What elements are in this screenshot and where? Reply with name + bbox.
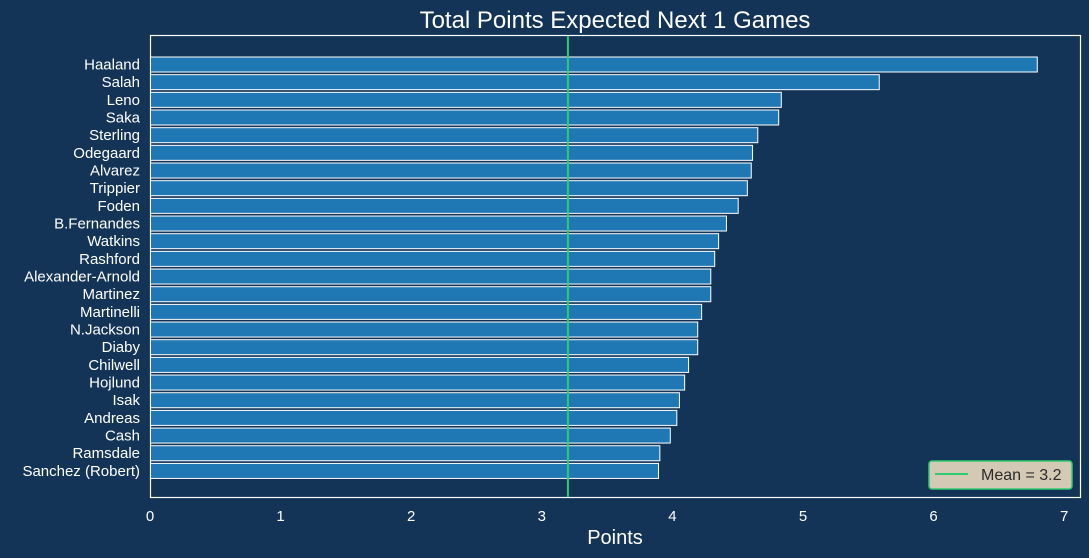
bar-cash — [150, 427, 671, 444]
bar-alexander-arnold — [150, 268, 712, 285]
bar-rashford — [150, 250, 716, 267]
bar-trippier — [150, 180, 748, 197]
legend: Mean = 3.2 — [928, 460, 1073, 490]
bar-b-fernandes — [150, 215, 727, 232]
y-tick-label: Sterling — [89, 127, 140, 144]
bar-isak — [150, 392, 680, 409]
bar-andreas — [150, 409, 678, 426]
y-tick-label: Alexander-Arnold — [24, 269, 140, 286]
bar-martinelli — [150, 303, 703, 320]
y-tick-label: Saka — [106, 110, 141, 127]
bar-hojlund — [150, 374, 686, 391]
y-tick-label: Odegaard — [73, 145, 140, 162]
x-tick-label: 4 — [668, 508, 676, 525]
x-tick-label: 1 — [276, 508, 284, 525]
y-tick-label: Chilwell — [88, 357, 140, 374]
chart-title: Total Points Expected Next 1 Games — [420, 7, 811, 34]
y-tick-label: Haaland — [84, 57, 140, 74]
bar-alvarez — [150, 162, 752, 179]
bar-martinez — [150, 286, 712, 303]
x-tick-label: 3 — [538, 508, 546, 525]
y-tick-label: Watkins — [87, 233, 140, 250]
bar-diaby — [150, 339, 699, 356]
y-tick-label: Andreas — [84, 410, 140, 427]
y-tick-label: B.Fernandes — [54, 216, 140, 233]
y-tick-label: Diaby — [102, 339, 141, 356]
x-tick-label: 5 — [799, 508, 807, 525]
x-tick-label: 0 — [146, 508, 154, 525]
bar-foden — [150, 197, 739, 214]
x-tick-label: 7 — [1060, 508, 1068, 525]
bar-odegaard — [150, 144, 754, 161]
y-tick-label: Ramsdale — [72, 445, 140, 462]
y-tick-label: Salah — [102, 74, 140, 91]
x-axis-label: Points — [587, 527, 643, 549]
bar-saka — [150, 109, 780, 126]
y-tick-label: Trippier — [90, 180, 140, 197]
y-tick-label: Isak — [112, 392, 140, 409]
y-tick-label: Sanchez (Robert) — [22, 463, 140, 480]
y-tick-label: Martinelli — [80, 304, 140, 321]
bar-sterling — [150, 127, 759, 144]
bar-salah — [150, 74, 880, 91]
bar-n-jackson — [150, 321, 699, 338]
bar-watkins — [150, 233, 720, 250]
y-tick-label: Hojlund — [89, 375, 140, 392]
bar-leno — [150, 91, 782, 108]
legend-label: Mean = 3.2 — [981, 467, 1062, 484]
y-tick-label: Foden — [97, 198, 140, 215]
x-tick-label: 2 — [407, 508, 415, 525]
y-tick-label: Martinez — [82, 286, 140, 303]
bar-chilwell — [150, 356, 690, 373]
y-tick-label: Rashford — [79, 251, 140, 268]
y-tick-label: Alvarez — [90, 163, 140, 180]
bar-ramsdale — [150, 445, 661, 462]
y-tick-label: N.Jackson — [70, 322, 140, 339]
bar-haaland — [150, 56, 1038, 73]
y-tick-label: Cash — [105, 428, 140, 445]
bar-sanchez-robert- — [150, 462, 660, 479]
x-tick-label: 6 — [929, 508, 937, 525]
bar-chart: Total Points Expected Next 1 Games Haala… — [22, 7, 1082, 549]
y-tick-label: Leno — [107, 92, 140, 109]
